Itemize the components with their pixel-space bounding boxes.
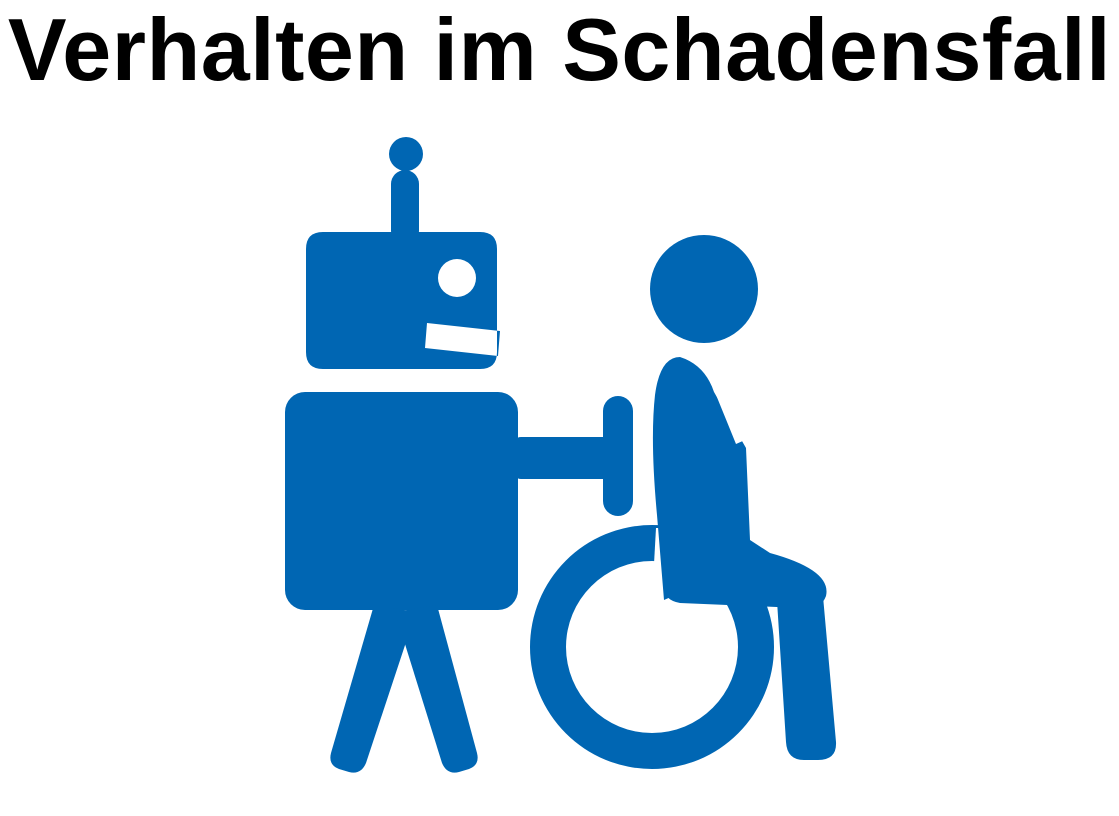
robot-arm — [513, 437, 615, 479]
person-shin — [776, 585, 837, 760]
robot-body — [285, 392, 518, 610]
robot-head — [306, 232, 500, 369]
wheelchair-user-icon — [530, 235, 837, 769]
wheelchair-handle — [603, 396, 633, 516]
robot-antenna-tip — [389, 137, 423, 171]
person-head — [650, 235, 758, 343]
robot-pushing-wheelchair-icon — [285, 137, 837, 773]
robot-leg-right — [395, 605, 478, 773]
